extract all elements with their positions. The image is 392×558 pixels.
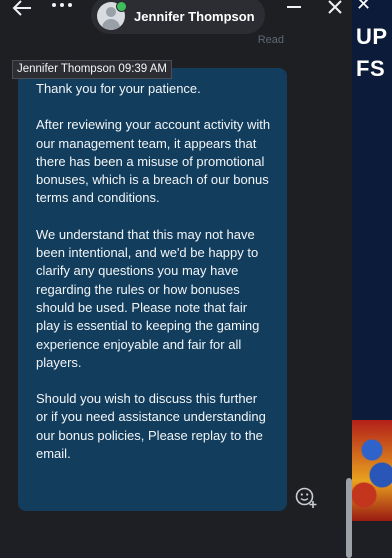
- background-page: ✕ UP FS: [352, 0, 392, 521]
- online-status-icon: [116, 1, 127, 12]
- chat-title-bar: Jennifer Thompson: [0, 0, 352, 34]
- message-paragraph: Thank you for your patience.: [36, 81, 201, 96]
- message-paragraph: Should you wish to discuss this further …: [36, 391, 266, 462]
- background-close-icon[interactable]: ✕: [356, 0, 371, 15]
- add-reaction-icon: [295, 487, 317, 508]
- back-arrow-icon: [12, 0, 31, 16]
- contact-header[interactable]: Jennifer Thompson: [91, 0, 265, 34]
- add-reaction-button[interactable]: [294, 486, 318, 510]
- background-text-up: UP: [356, 24, 388, 49]
- read-receipt: Read: [257, 34, 284, 46]
- message-sender-tooltip: Jennifer Thompson 09:39 AM: [12, 60, 173, 79]
- contact-name: Jennifer Thompson: [134, 9, 255, 24]
- close-button[interactable]: [322, 0, 348, 20]
- more-options-icon: [52, 3, 72, 7]
- minimize-icon: [287, 6, 301, 8]
- back-button[interactable]: [8, 0, 36, 20]
- message-paragraph: After reviewing your account activity wi…: [36, 117, 271, 206]
- background-game-art: [352, 420, 392, 521]
- close-icon: [328, 0, 342, 14]
- scrollbar[interactable]: [344, 40, 352, 558]
- minimize-button[interactable]: [280, 0, 308, 20]
- message-paragraph: We understand that this may not have bee…: [36, 226, 260, 370]
- chat-window: Jennifer Thompson Read Jennifer Thompson…: [0, 0, 352, 558]
- more-options-button[interactable]: [48, 0, 76, 20]
- background-text-fs: FS: [356, 56, 386, 81]
- message-bubble[interactable]: Thank you for your patience. After revie…: [18, 68, 287, 511]
- scrollbar-thumb[interactable]: [346, 478, 352, 558]
